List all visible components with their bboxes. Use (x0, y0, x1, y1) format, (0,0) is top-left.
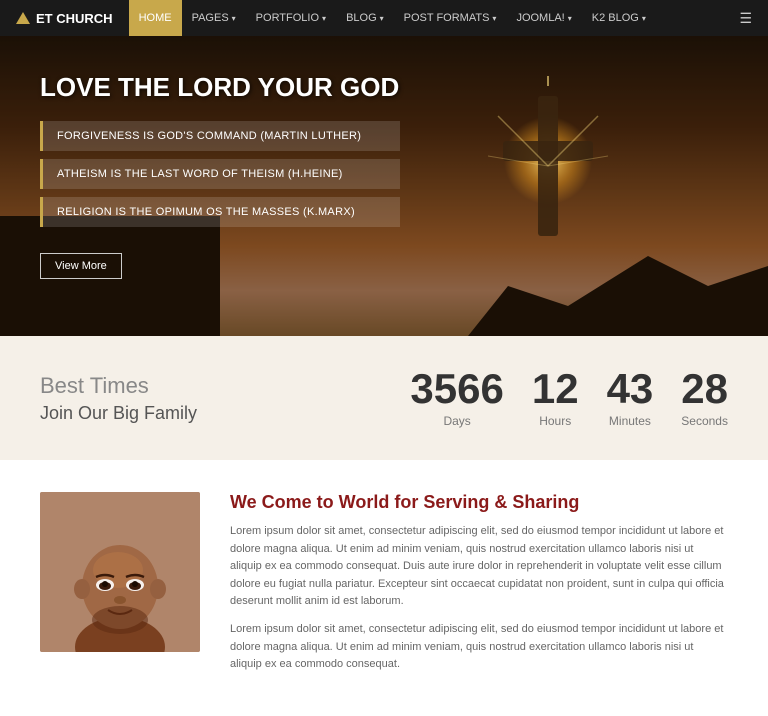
countdown-seconds: 28 Seconds (681, 368, 728, 428)
view-more-button[interactable]: View More (40, 253, 122, 279)
chevron-down-icon: ▾ (232, 14, 236, 23)
hero-section: LOVE THE LORD YOUR GOD FORGIVENESS IS GO… (0, 36, 768, 336)
minutes-number: 43 (607, 368, 654, 410)
seconds-number: 28 (681, 368, 728, 410)
nav-post-formats[interactable]: POST FORMATS ▾ (394, 0, 507, 36)
quote-2: ATHEISM IS THE LAST WORD OF THEISM (H.He… (40, 159, 400, 189)
nav-home[interactable]: HOME (129, 0, 182, 36)
content-text: We Come to World for Serving & Sharing L… (230, 492, 728, 684)
nav-links: HOME PAGES ▾ PORTFOLIO ▾ BLOG ▾ POST FOR… (129, 0, 740, 36)
avatar (40, 492, 200, 652)
nav-pages[interactable]: PAGES ▾ (182, 0, 246, 36)
content-para2: Lorem ipsum dolor sit amet, consectetur … (230, 621, 728, 674)
logo-icon (16, 12, 30, 24)
countdown-section: Best Times Join Our Big Family 3566 Days… (0, 336, 768, 460)
seconds-label: Seconds (681, 414, 728, 428)
content-para1: Lorem ipsum dolor sit amet, consectetur … (230, 523, 728, 611)
nav-blog[interactable]: BLOG ▾ (336, 0, 394, 36)
person-image (40, 492, 200, 652)
hero-title: LOVE THE LORD YOUR GOD (40, 72, 728, 103)
countdown-numbers: 3566 Days 12 Hours 43 Minutes 28 Seconds (410, 368, 728, 428)
content-heading: We Come to World for Serving & Sharing (230, 492, 728, 513)
chevron-down-icon: ▾ (492, 14, 496, 23)
hours-label: Hours (532, 414, 579, 428)
countdown-minutes: 43 Minutes (607, 368, 654, 428)
countdown-heading: Best Times (40, 373, 197, 399)
quote-3: RELIGION IS THE OPIMUM OS THE MASSES (K.… (40, 197, 400, 227)
logo[interactable]: ET CHURCH (16, 11, 113, 26)
nav-k2blog[interactable]: K2 BLOG ▾ (582, 0, 656, 36)
chevron-down-icon: ▾ (322, 14, 326, 23)
logo-text: ET CHURCH (36, 11, 113, 26)
hamburger-icon[interactable]: ☰ (739, 10, 752, 27)
nav-joomla[interactable]: JOOMLA! ▾ (506, 0, 581, 36)
countdown-days: 3566 Days (410, 368, 503, 428)
navbar: ET CHURCH HOME PAGES ▾ PORTFOLIO ▾ BLOG … (0, 0, 768, 36)
nav-portfolio[interactable]: PORTFOLIO ▾ (246, 0, 336, 36)
content-section: We Come to World for Serving & Sharing L… (0, 460, 768, 716)
days-label: Days (410, 414, 503, 428)
countdown-subheading: Join Our Big Family (40, 403, 197, 424)
countdown-left: Best Times Join Our Big Family (40, 373, 197, 424)
quote-1: FORGIVENESS IS GOD'S COMMAND (Martin Lut… (40, 121, 400, 151)
days-number: 3566 (410, 368, 503, 410)
chevron-down-icon: ▾ (642, 14, 646, 23)
minutes-label: Minutes (607, 414, 654, 428)
chevron-down-icon: ▾ (568, 14, 572, 23)
hero-content: LOVE THE LORD YOUR GOD FORGIVENESS IS GO… (0, 36, 768, 315)
chevron-down-icon: ▾ (380, 14, 384, 23)
hours-number: 12 (532, 368, 579, 410)
countdown-hours: 12 Hours (532, 368, 579, 428)
